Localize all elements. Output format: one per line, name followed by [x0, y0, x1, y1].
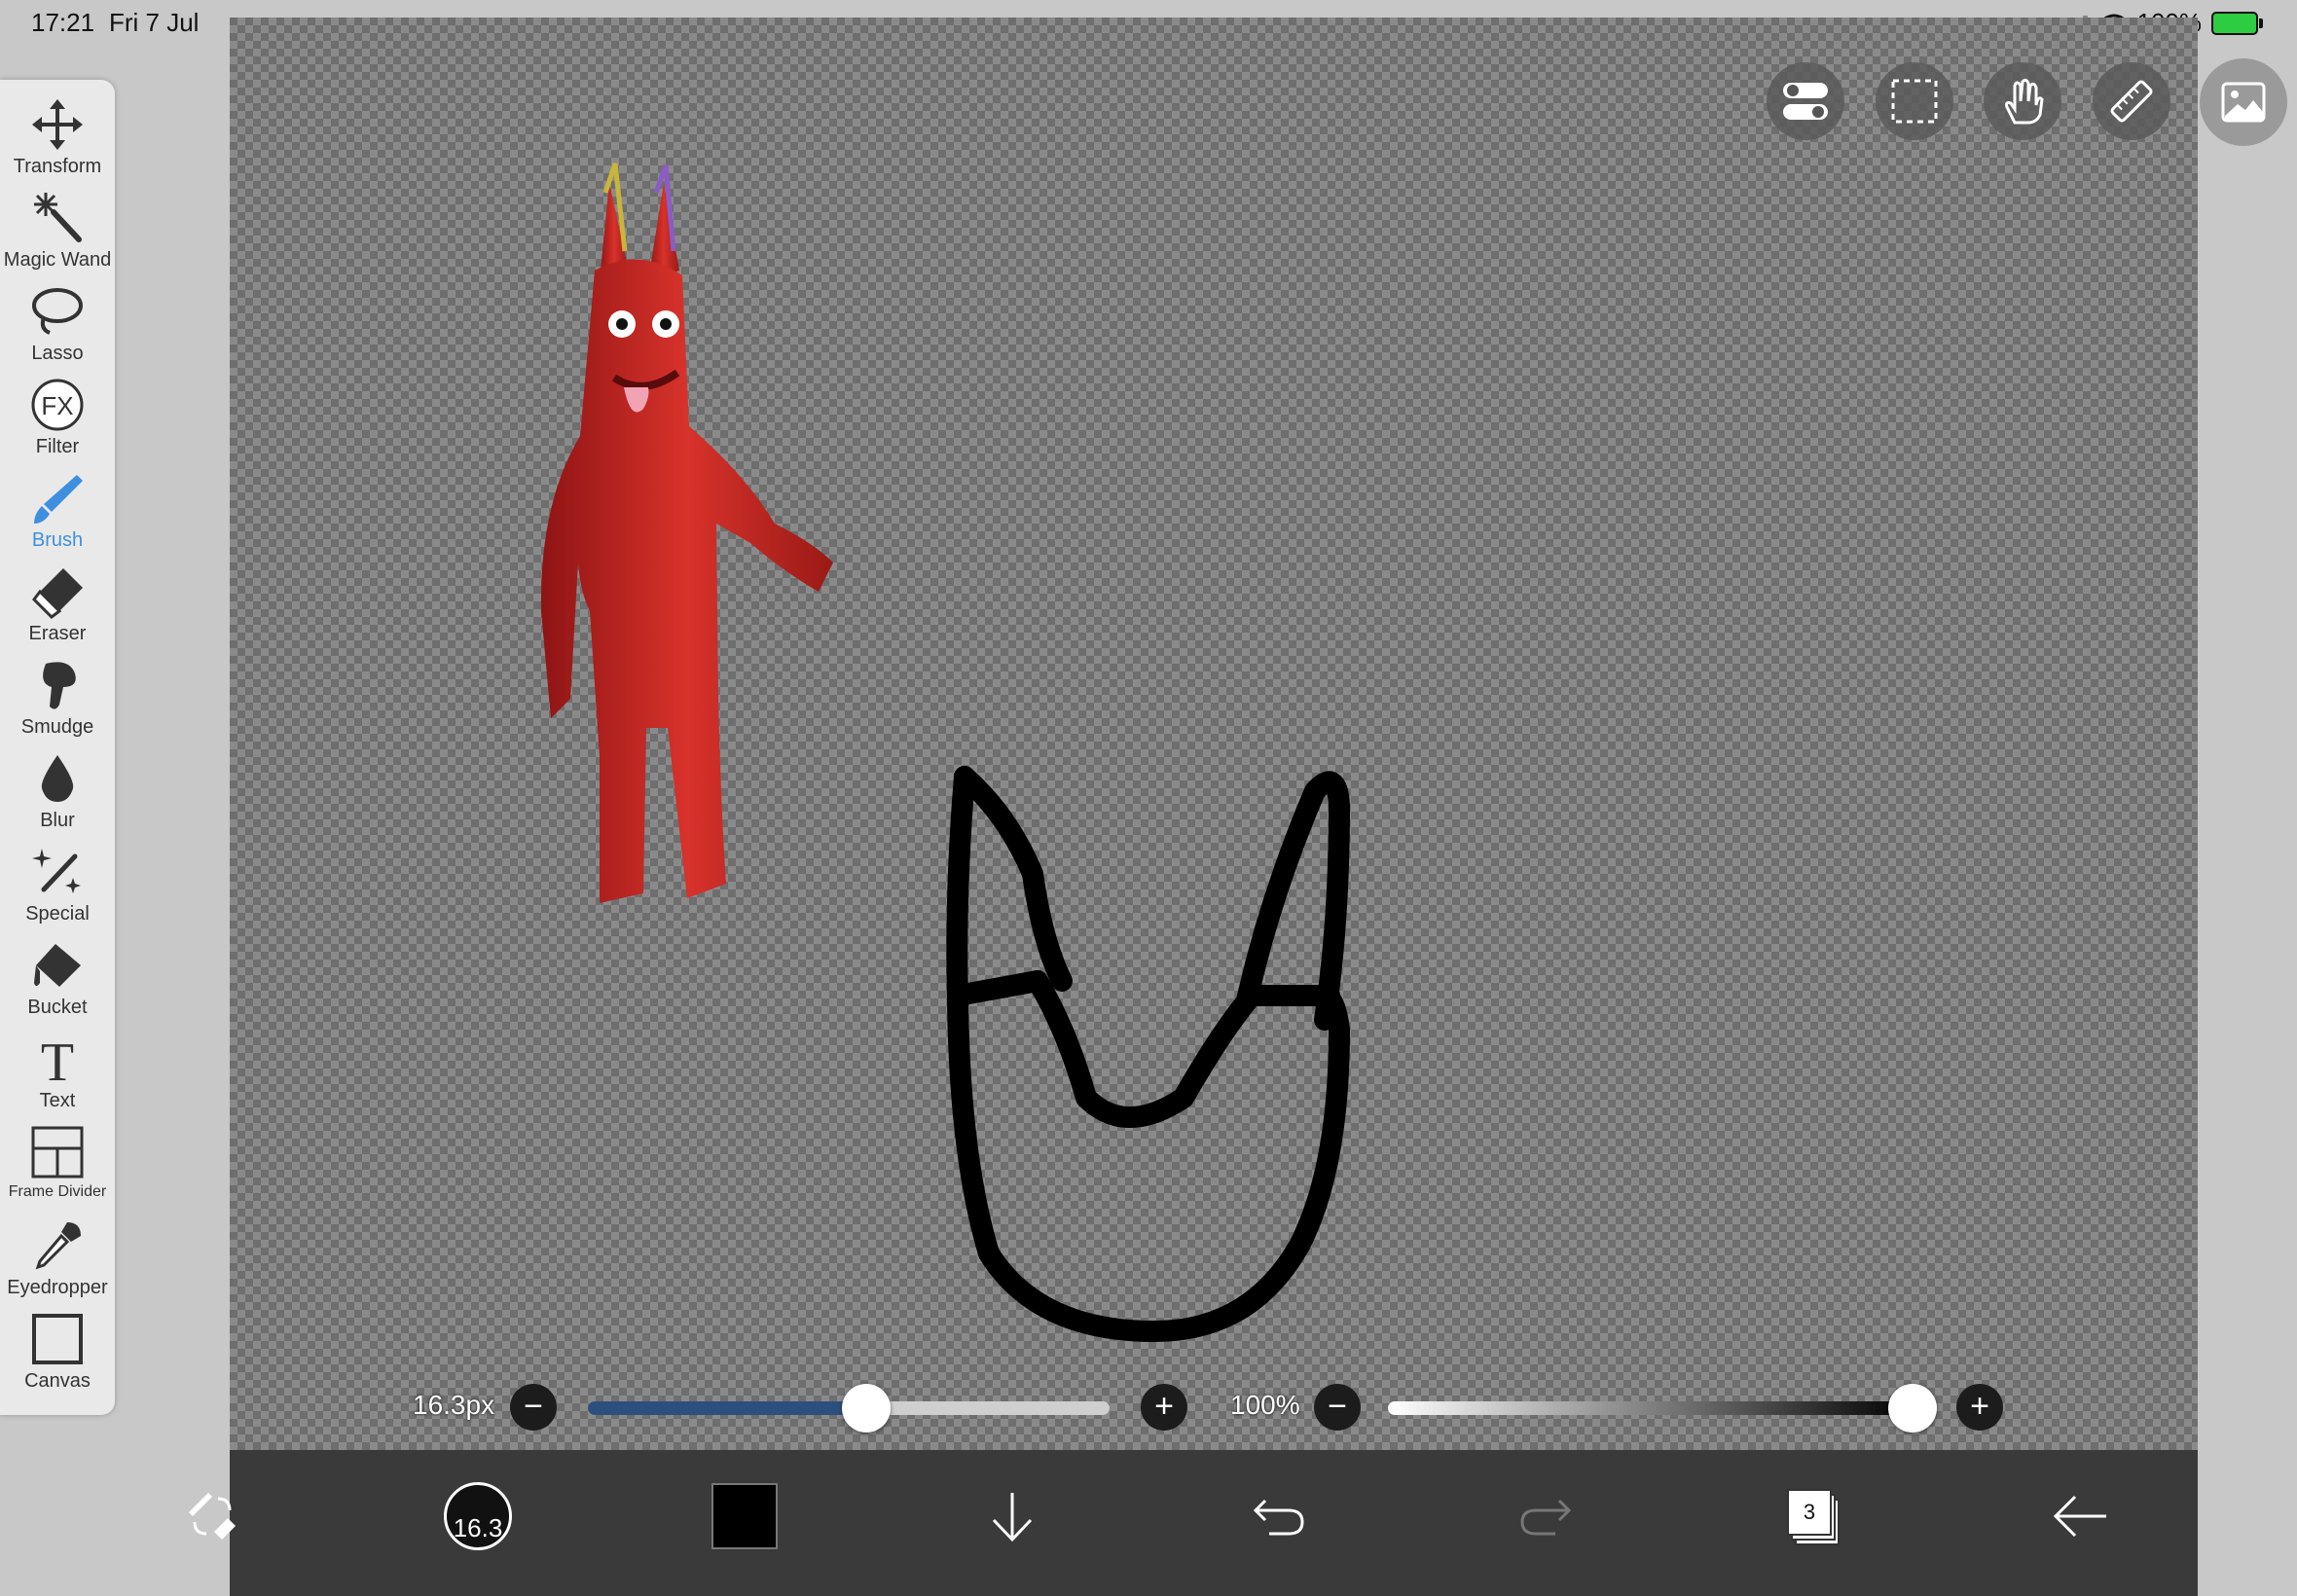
bucket-icon	[34, 944, 81, 987]
tool-transform[interactable]: Transform	[0, 97, 115, 178]
size-slider-thumb[interactable]	[842, 1384, 891, 1433]
tool-filter[interactable]: FX Filter	[0, 378, 115, 458]
canvas-icon	[32, 1314, 83, 1364]
selection-button[interactable]	[1876, 62, 1953, 140]
brush-icon	[34, 475, 83, 524]
smudge-icon	[43, 662, 76, 709]
tool-blur[interactable]: Blur	[0, 751, 115, 832]
tool-label: Magic Wand	[3, 249, 112, 271]
tool-label: Blur	[40, 810, 75, 831]
eyedropper-icon	[35, 1222, 81, 1270]
drawing-canvas[interactable]	[230, 18, 2198, 1450]
bottom-right-fill	[2198, 1450, 2297, 1596]
tool-label: Brush	[31, 529, 84, 551]
undo-button[interactable]	[1230, 1468, 1328, 1565]
size-increase-button[interactable]: +	[1141, 1384, 1187, 1431]
eraser-icon	[32, 568, 83, 619]
text-icon: T	[41, 1033, 74, 1086]
tool-label: Lasso	[31, 343, 84, 364]
arrow-down-icon	[992, 1493, 1033, 1542]
tool-label: Eraser	[28, 623, 87, 644]
gallery-button[interactable]	[2200, 58, 2287, 146]
save-download-button[interactable]	[964, 1468, 1061, 1565]
sparkle-wand-icon	[32, 849, 81, 893]
brush-eraser-swap-button[interactable]	[164, 1468, 261, 1565]
gesture-button[interactable]	[1984, 62, 2061, 140]
tool-sidebar: Transform Magic Wand Lasso FX Filter Bru…	[0, 80, 115, 1415]
tool-special[interactable]: Special	[0, 845, 115, 925]
tool-frame-divider[interactable]: Frame Divider	[0, 1125, 115, 1201]
arrow-left-icon	[2053, 1495, 2106, 1538]
back-button[interactable]	[2032, 1468, 2130, 1565]
frame-divider-icon	[31, 1126, 84, 1179]
swap-brush-eraser-icon	[189, 1493, 236, 1540]
tool-magic-wand[interactable]: Magic Wand	[0, 191, 115, 272]
battery-icon	[2211, 11, 2263, 35]
tool-label: Eyedropper	[7, 1277, 108, 1298]
svg-text:FX: FX	[41, 391, 73, 420]
current-color-swatch	[711, 1483, 778, 1549]
gallery-image-icon	[2221, 82, 2266, 123]
ruler-icon	[2110, 80, 2153, 123]
tool-label: Transform	[13, 156, 102, 177]
lasso-icon	[32, 288, 83, 335]
layers-button[interactable]: 3	[1764, 1468, 1861, 1565]
status-time: 17:21	[31, 8, 95, 37]
opacity-increase-button[interactable]: +	[1956, 1384, 2003, 1431]
layers-icon: 3	[1787, 1489, 1840, 1545]
layer-count: 3	[1803, 1500, 1816, 1524]
character-artwork	[540, 163, 833, 903]
brush-size-text: 16.3	[453, 1513, 503, 1542]
toggle-settings-icon	[1783, 83, 1828, 120]
opacity-slider-track[interactable]	[1388, 1401, 1914, 1415]
tool-eraser[interactable]: Eraser	[0, 564, 115, 645]
svg-text:T: T	[41, 1033, 74, 1086]
tool-label: Frame Divider	[8, 1183, 107, 1200]
tool-label: Filter	[35, 436, 80, 457]
tool-label: Canvas	[24, 1370, 91, 1392]
tool-label: Text	[39, 1090, 76, 1111]
selection-rect-icon	[1891, 79, 1938, 124]
redo-button[interactable]	[1497, 1468, 1594, 1565]
redo-icon	[1520, 1499, 1572, 1536]
color-swatch-button[interactable]	[696, 1468, 793, 1565]
tool-label: Bucket	[27, 997, 88, 1018]
opacity-slider-thumb[interactable]	[1888, 1384, 1937, 1433]
touch-gesture-icon	[2005, 78, 2044, 125]
tool-eyedropper[interactable]: Eyedropper	[0, 1218, 115, 1299]
move-arrows-icon	[32, 99, 83, 150]
fx-icon: FX	[31, 379, 84, 431]
drop-icon	[41, 755, 74, 802]
undo-icon	[1253, 1499, 1304, 1536]
brush-size-indicator: 16.3	[444, 1482, 512, 1550]
toggle-settings-button[interactable]	[1767, 62, 1844, 140]
tool-bucket[interactable]: Bucket	[0, 938, 115, 1019]
size-slider-fill	[588, 1401, 866, 1415]
tool-smudge[interactable]: Smudge	[0, 658, 115, 739]
brush-size-button[interactable]: 16.3	[429, 1468, 527, 1565]
ruler-button[interactable]	[2093, 62, 2170, 140]
magic-wand-icon	[34, 193, 82, 242]
brush-sketch	[946, 766, 1350, 1342]
tool-lasso[interactable]: Lasso	[0, 284, 115, 365]
tool-text[interactable]: T Text	[0, 1032, 115, 1112]
brush-size-value: 16.3px	[413, 1390, 495, 1420]
opacity-value: 100%	[1230, 1390, 1300, 1420]
status-date: Fri 7 Jul	[109, 8, 200, 37]
size-decrease-button[interactable]: −	[510, 1384, 557, 1431]
opacity-decrease-button[interactable]: −	[1314, 1384, 1361, 1431]
tool-label: Special	[25, 903, 90, 925]
tool-canvas[interactable]: Canvas	[0, 1312, 115, 1393]
tool-label: Smudge	[20, 716, 94, 738]
tool-brush[interactable]: Brush	[0, 471, 115, 552]
